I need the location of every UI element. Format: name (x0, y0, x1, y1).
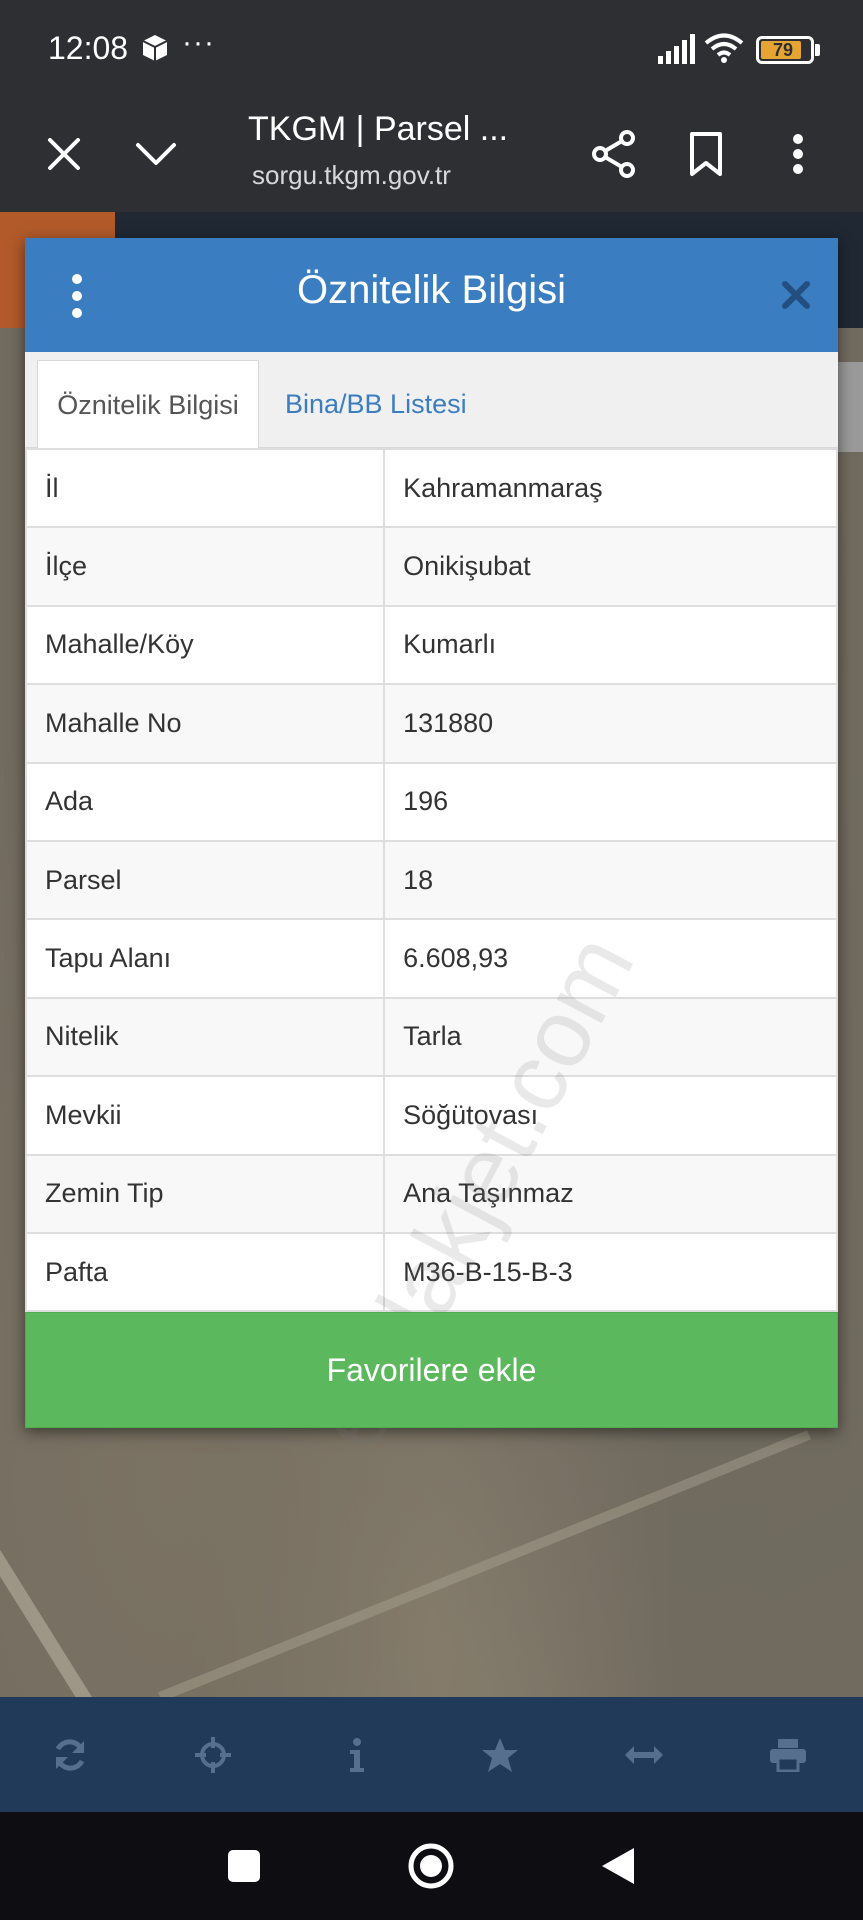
attribute-key: Nitelik (24, 996, 386, 1078)
measure-icon[interactable] (616, 1727, 672, 1783)
attribute-row: Zemin Tip Ana Taşınmaz (24, 1153, 838, 1234)
crosshair-icon[interactable] (185, 1727, 241, 1783)
attribute-key: İl (24, 447, 386, 529)
browser-toolbar: TKGM | Parsel ... sorgu.tkgm.gov.tr (0, 100, 863, 212)
status-time: 12:08 (48, 30, 129, 66)
recents-icon[interactable] (216, 1838, 272, 1894)
attribute-value: 18 (383, 839, 838, 921)
page-title[interactable]: TKGM | Parsel ... (248, 110, 508, 149)
attribute-value: Onikişubat (383, 526, 838, 607)
attribute-key: Mevkii (24, 1075, 386, 1156)
tab-building-list[interactable]: Bina/BB Listesi (285, 360, 467, 448)
package-icon (142, 34, 168, 67)
attribute-key: Zemin Tip (24, 1153, 386, 1234)
attribute-key: İlçe (24, 526, 386, 607)
map-tools-bar (0, 1697, 863, 1812)
attribute-value: 196 (383, 761, 838, 842)
attribute-value: 131880 (383, 683, 838, 764)
attribute-key: Mahalle No (24, 683, 386, 764)
system-nav-bar (0, 1812, 863, 1920)
attribute-key: Pafta (24, 1231, 386, 1313)
attribute-row: İl Kahramanmaraş (24, 447, 838, 529)
dialog-title: Öznitelik Bilgisi (297, 268, 566, 312)
signal-icon (658, 34, 698, 69)
attribute-value: 6.608,93 (383, 918, 838, 999)
attribute-key: Ada (24, 761, 386, 842)
map-road (158, 1430, 811, 1697)
attribute-key: Parsel (24, 839, 386, 921)
close-icon[interactable] (32, 122, 96, 186)
more-vert-icon[interactable] (766, 122, 830, 186)
status-bar: 12:08 ··· 79 (0, 0, 863, 100)
page-url[interactable]: sorgu.tkgm.gov.tr (252, 160, 451, 191)
attribute-row: Pafta M36-B-15-B-3 (24, 1231, 838, 1313)
battery-level: 79 (772, 40, 794, 60)
attribute-row: Nitelik Tarla (24, 996, 838, 1078)
bookmark-icon[interactable] (674, 122, 738, 186)
print-icon[interactable] (760, 1727, 816, 1783)
attribute-value: Kahramanmaraş (383, 447, 838, 529)
attribute-value: Kumarlı (383, 604, 838, 686)
share-icon[interactable] (582, 122, 646, 186)
attribute-value: M36-B-15-B-3 (383, 1231, 838, 1313)
refresh-icon[interactable] (42, 1727, 98, 1783)
tab-attribute-info[interactable]: Öznitelik Bilgisi (37, 360, 259, 449)
home-icon[interactable] (403, 1838, 459, 1894)
attribute-row: Mahalle/Köy Kumarlı (24, 604, 838, 686)
attribute-key: Mahalle/Köy (24, 604, 386, 686)
attribute-row: Mevkii Söğütovası (24, 1075, 838, 1156)
battery-icon: 79 (756, 36, 814, 64)
attribute-dialog: Öznitelik Bilgisi Öznitelik Bilgisi Bina… (24, 238, 838, 1468)
star-icon[interactable] (472, 1727, 528, 1783)
more-notifications-icon: ··· (182, 26, 215, 59)
attribute-table: İl Kahramanmaraş İlçe Onikişubat Mahalle/Köy… (24, 447, 838, 1313)
attribute-row: Ada 196 (24, 761, 838, 842)
dialog-header: Öznitelik Bilgisi (25, 238, 838, 352)
info-icon[interactable] (328, 1727, 384, 1783)
dialog-close-icon[interactable] (773, 272, 819, 318)
battery-cap (815, 44, 820, 56)
attribute-row: Tapu Alanı 6.608,93 (24, 918, 838, 999)
chevron-down-icon[interactable] (124, 122, 188, 186)
add-favorite-button[interactable]: Favorilere ekle (25, 1312, 838, 1428)
attribute-value: Ana Taşınmaz (383, 1153, 838, 1234)
map-road (0, 1495, 104, 1697)
tab-bar: Öznitelik Bilgisi Bina/BB Listesi (25, 352, 838, 449)
attribute-value: Söğütovası (383, 1075, 838, 1156)
back-icon[interactable] (590, 1838, 646, 1894)
attribute-key: Tapu Alanı (24, 918, 386, 999)
wifi-icon (704, 32, 744, 69)
attribute-value: Tarla (383, 996, 838, 1078)
attribute-row: İlçe Onikişubat (24, 526, 838, 607)
attribute-row: Mahalle No 131880 (24, 683, 838, 764)
attribute-row: Parsel 18 (24, 839, 838, 921)
map-edge (838, 362, 863, 452)
